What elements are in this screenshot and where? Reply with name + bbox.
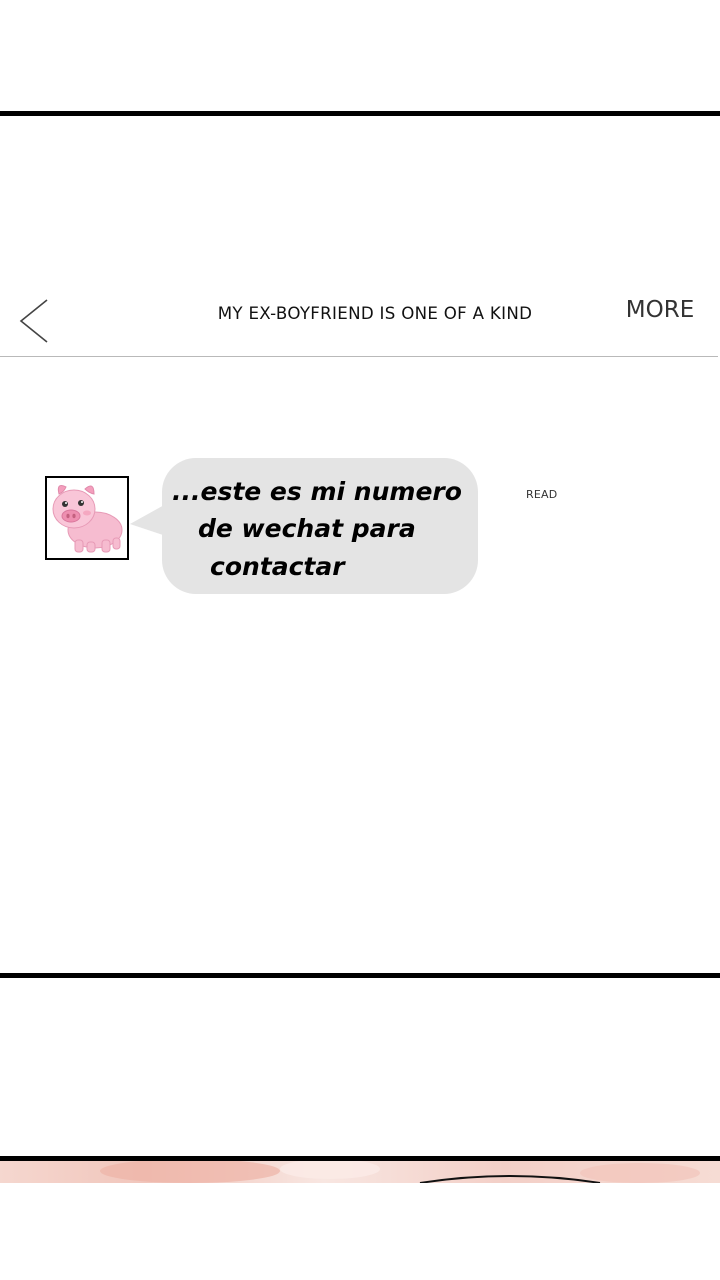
chat-header: MY EX-BOYFRIEND IS ONE OF A KIND MORE bbox=[0, 282, 720, 356]
bottom-area bbox=[0, 1183, 720, 1280]
message-text-line: ...este es mi numero bbox=[172, 477, 462, 506]
next-panel-preview bbox=[0, 1161, 720, 1183]
more-button[interactable]: MORE bbox=[620, 297, 700, 323]
message-text-line: contactar bbox=[210, 552, 345, 581]
pig-avatar-icon bbox=[47, 478, 127, 558]
read-status-label: READ bbox=[526, 488, 558, 501]
next-panel-artwork bbox=[100, 1161, 700, 1183]
avatar[interactable] bbox=[45, 476, 129, 560]
header-divider bbox=[0, 356, 718, 357]
back-button[interactable] bbox=[14, 294, 54, 344]
message-text-line: de wechat para bbox=[198, 514, 416, 543]
panel-gap bbox=[0, 978, 720, 1156]
chevron-left-icon bbox=[19, 299, 48, 343]
chat-title: MY EX-BOYFRIEND IS ONE OF A KIND bbox=[217, 304, 533, 324]
